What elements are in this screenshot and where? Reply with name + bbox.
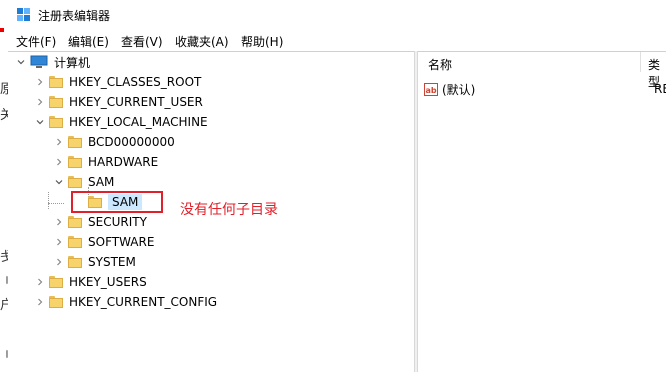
folder-icon [49,116,63,128]
menu-bar: 文件(F) 编辑(E) 查看(V) 收藏夹(A) 帮助(H) [8,31,666,51]
computer-icon [30,55,48,68]
tree-node-label: HKEY_USERS [69,275,147,289]
tree-node-system[interactable]: SYSTEM [54,252,136,272]
tree-node-hkey-classes-root[interactable]: HKEY_CLASSES_ROOT [35,72,201,92]
tree-node-hkey-current-user[interactable]: HKEY_CURRENT_USER [35,92,203,112]
tree-node-bcd00000000[interactable]: BCD00000000 [54,132,175,152]
chevron-right-icon[interactable] [54,137,64,147]
window-title: 注册表编辑器 [38,9,111,23]
menu-file[interactable]: 文件(F) [16,33,56,50]
tree-node-hkey-current-config[interactable]: HKEY_CURRENT_CONFIG [35,292,217,312]
folder-icon [49,296,63,308]
chevron-right-icon[interactable] [35,97,45,107]
tree-node-label: HARDWARE [88,155,159,169]
chevron-down-icon[interactable] [35,117,45,127]
tree-node-label: SECURITY [88,215,147,229]
tree-node-label: HKEY_CURRENT_CONFIG [69,295,218,309]
folder-icon [68,236,82,248]
folder-icon [49,276,63,288]
chevron-right-icon[interactable] [54,257,64,267]
tree-node-security[interactable]: SECURITY [54,212,147,232]
tree-connector [48,192,49,209]
menu-favorites[interactable]: 收藏夹(A) [175,33,229,50]
tree-node-label: HKEY_CLASSES_ROOT [69,75,202,89]
folder-icon [68,216,82,228]
annotation-text: 没有任何子目录 [180,202,278,218]
tree-node-label: SOFTWARE [88,235,155,249]
tree-node-software[interactable]: SOFTWARE [54,232,154,252]
folder-icon [68,136,82,148]
tree-node-label: SAM [88,175,115,189]
tree-node-label: HKEY_LOCAL_MACHINE [69,115,208,129]
folder-icon [68,176,82,188]
tree-node-label: HKEY_CURRENT_USER [69,95,203,109]
folder-icon [68,256,82,268]
string-value-icon: ab [424,82,438,96]
chevron-right-icon[interactable] [35,77,45,87]
tree-node-sam[interactable]: SAM [54,172,114,192]
chevron-right-icon[interactable] [54,217,64,227]
title-bar[interactable]: 注册表编辑器 [8,0,666,30]
edge-glyph: 关 [0,108,8,123]
edge-glyph: 原 [0,82,8,97]
chevron-right-icon[interactable] [35,277,45,287]
menu-edit[interactable]: 编辑(E) [68,33,109,50]
tree-node-computer[interactable]: 计算机 [16,52,90,72]
value-name: (默认) [442,82,476,97]
menu-view[interactable]: 查看(V) [121,33,163,50]
chevron-down-icon[interactable] [54,177,64,187]
tree-connector [48,203,64,204]
folder-icon [49,76,63,88]
tree-node-hkey-local-machine[interactable]: HKEY_LOCAL_MACHINE [35,112,208,132]
edge-glyph: 户 [0,298,8,313]
chevron-right-icon[interactable] [54,237,64,247]
background-window-edge: 原 关 戋 刂 户 刂 [0,0,8,372]
edge-glyph: 刂 [0,349,8,364]
value-row[interactable]: ab (默认) REG [424,80,666,98]
folder-icon [49,96,63,108]
chevron-right-icon[interactable] [35,297,45,307]
annotation-highlight-box [71,191,163,213]
column-divider[interactable] [640,52,641,72]
folder-icon [68,156,82,168]
chevron-down-icon[interactable] [16,57,26,67]
tree-node-label: SYSTEM [88,255,136,269]
menu-help[interactable]: 帮助(H) [241,33,283,50]
tree-node-hkey-users[interactable]: HKEY_USERS [35,272,147,292]
edge-glyph: 戋 [0,250,8,265]
values-list[interactable]: 名称 类型 ab (默认) REG [418,51,666,373]
red-marker [0,28,4,32]
tree-node-hardware[interactable]: HARDWARE [54,152,158,172]
tree-node-label: BCD00000000 [88,135,175,149]
chevron-right-icon[interactable] [54,157,64,167]
column-header-name[interactable]: 名称 [428,56,452,73]
value-type: REG [654,82,666,96]
registry-editor-icon [17,8,30,21]
edge-glyph: 刂 [0,275,8,290]
tree-node-label: 计算机 [54,55,91,70]
